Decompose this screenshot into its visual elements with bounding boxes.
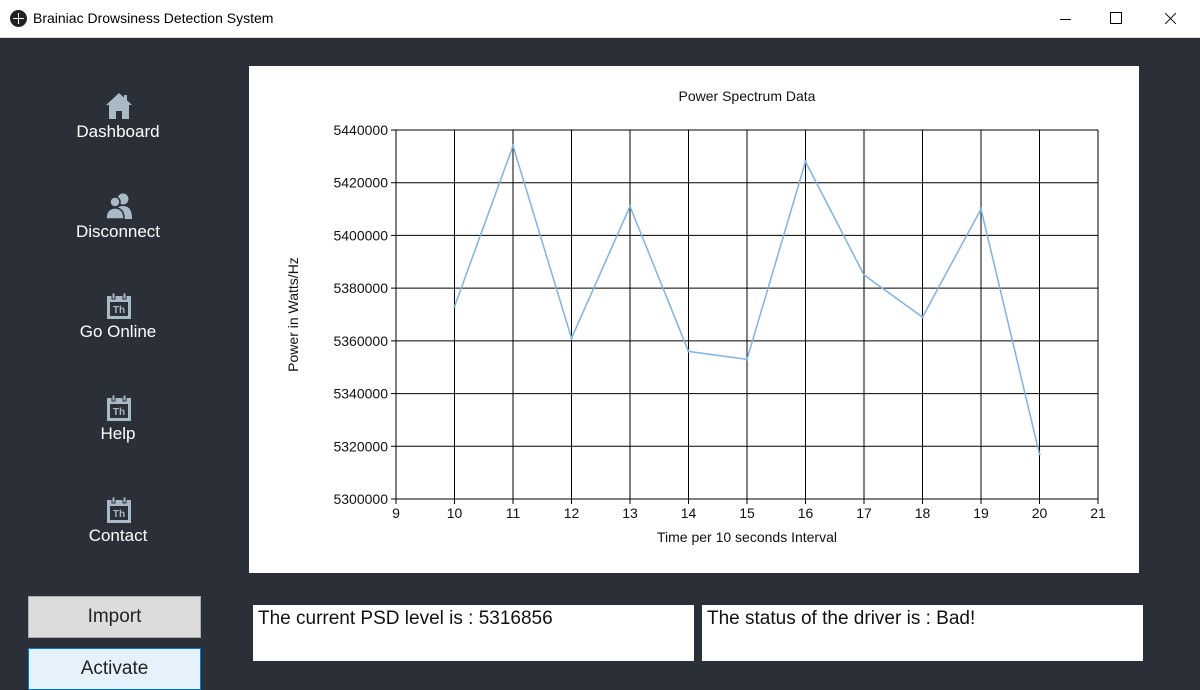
y-tick-label: 5360000	[333, 333, 388, 349]
driver-status-display: The status of the driver is : Bad!	[702, 605, 1143, 661]
y-tick-label: 5400000	[333, 227, 388, 243]
close-button[interactable]	[1144, 0, 1196, 37]
x-tick-label: 16	[798, 505, 814, 521]
x-tick-label: 17	[856, 505, 872, 521]
data-point	[1038, 452, 1041, 456]
y-tick-label: 5440000	[333, 122, 388, 138]
y-axis-label: Power in Watts/Hz	[285, 257, 301, 372]
svg-text:Th: Th	[113, 509, 125, 520]
minimize-button[interactable]	[1039, 0, 1091, 37]
chart-title: Power Spectrum Data	[679, 88, 816, 104]
maximize-button[interactable]	[1090, 0, 1142, 37]
data-point	[921, 315, 924, 319]
data-point	[570, 337, 573, 340]
y-tick-label: 5340000	[333, 386, 388, 402]
sidebar-item-go-online[interactable]: Th Go Online	[48, 292, 188, 352]
data-point	[511, 144, 515, 148]
calendar-icon: Th	[107, 292, 131, 319]
x-tick-label: 12	[564, 505, 580, 521]
y-tick-label: 5420000	[333, 175, 388, 191]
data-point	[745, 358, 749, 361]
sidebar-item-label: Disconnect	[75, 222, 161, 241]
sidebar-item-help[interactable]: Th Help	[48, 394, 188, 454]
x-tick-label: 10	[447, 505, 463, 521]
data-point	[687, 350, 690, 353]
title-bar: Brainiac Drowsiness Detection System	[0, 0, 1200, 38]
psd-level-display: The current PSD level is : 5316856	[253, 605, 694, 661]
chart-panel: Power Spectrum Data 9 10 11 12 13 14 15 16 17 18 19…	[249, 66, 1139, 573]
sidebar-item-label: Contact	[88, 526, 148, 545]
sidebar-item-contact[interactable]: Th Contact	[48, 496, 188, 556]
sidebar-item-label: Dashboard	[76, 122, 160, 141]
calendar-icon: Th	[107, 496, 131, 523]
x-axis-label: Time per 10 seconds Interval	[657, 529, 837, 545]
y-tick-label: 5300000	[333, 491, 388, 507]
data-point	[628, 205, 632, 208]
home-icon	[106, 93, 132, 119]
x-tick-label: 13	[622, 505, 638, 521]
data-point	[804, 160, 807, 163]
x-tick-label: 20	[1032, 505, 1048, 521]
window-title: Brainiac Drowsiness Detection System	[33, 10, 274, 26]
app-logo-icon	[10, 10, 27, 27]
data-point	[979, 207, 983, 211]
x-tick-label: 15	[739, 505, 755, 521]
x-tick-label: 9	[392, 505, 400, 521]
calendar-icon: Th	[107, 394, 131, 421]
x-tick-label: 19	[973, 505, 989, 521]
data-point	[862, 273, 866, 277]
x-tick-label: 14	[681, 505, 697, 521]
power-spectrum-chart: Power Spectrum Data 9 10 11 12 13 14 15 16 17 18 19…	[285, 88, 1106, 545]
y-tick-label: 5380000	[333, 280, 388, 296]
x-tick-label: 11	[506, 505, 521, 521]
sidebar-item-label: Go Online	[79, 322, 157, 341]
y-tick-label: 5320000	[333, 438, 388, 454]
x-tick-label: 18	[915, 505, 931, 521]
sidebar-item-disconnect[interactable]: Disconnect	[48, 192, 188, 252]
svg-text:Th: Th	[113, 305, 125, 316]
data-point	[453, 305, 456, 308]
sidebar-item-dashboard[interactable]: Dashboard	[48, 92, 188, 152]
x-tick-label: 21	[1090, 505, 1106, 521]
users-icon	[105, 193, 132, 220]
svg-text:Th: Th	[113, 407, 125, 418]
import-button[interactable]: Import	[28, 596, 201, 638]
activate-button[interactable]: Activate	[28, 648, 201, 690]
sidebar-item-label: Help	[100, 424, 136, 443]
